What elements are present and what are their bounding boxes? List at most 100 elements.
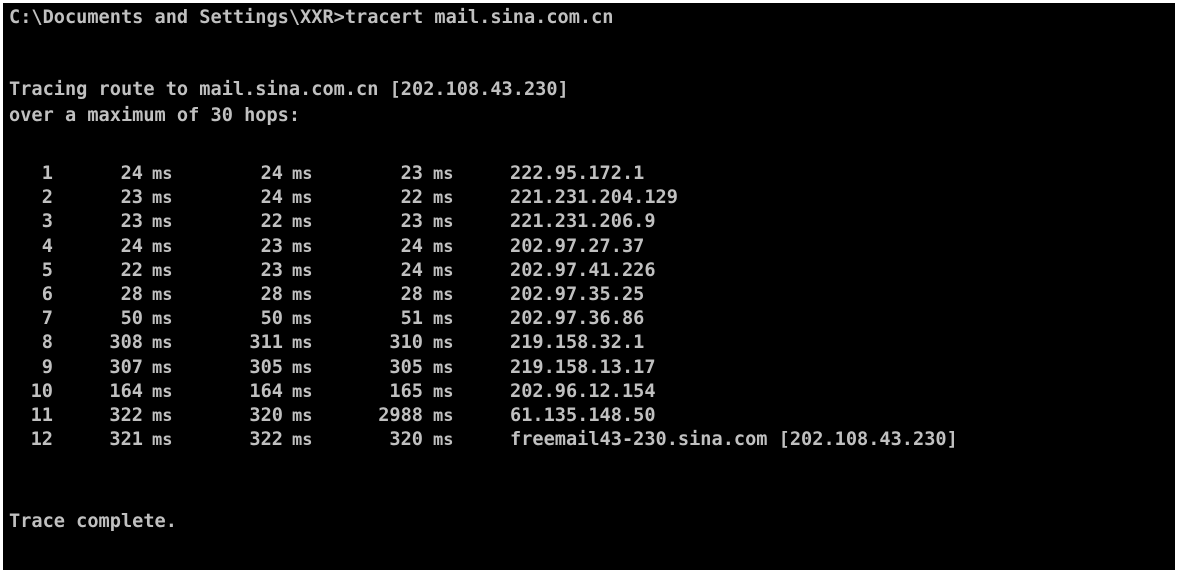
hop-row: 2 23 ms 24 ms 22 ms 221.231.204.129 (3, 185, 1175, 211)
hop-time-3: 2988 (378, 405, 423, 426)
hop-unit-1: ms (152, 406, 173, 426)
trace-complete-line: Trace complete. (9, 511, 177, 532)
hop-time-2: 320 (249, 405, 283, 426)
hop-unit-1: ms (152, 430, 173, 451)
hop-unit-3: ms (433, 164, 454, 184)
hop-number: 3 (41, 211, 53, 233)
hop-time-1: 28 (120, 284, 143, 305)
hop-unit-2: ms (292, 164, 313, 184)
hop-number: 7 (41, 308, 53, 330)
hop-time-1: 24 (120, 235, 143, 257)
hop-unit-3: ms (433, 333, 454, 354)
hop-time-3: 310 (389, 332, 423, 354)
hop-time-2: 50 (260, 308, 283, 330)
hop-time-3: 305 (389, 356, 423, 378)
hop-time-2: 164 (249, 380, 283, 402)
hop-unit-3: ms (433, 357, 454, 378)
hop-time-2: 28 (260, 284, 283, 305)
hop-time-1: 307 (109, 356, 143, 378)
hop-host: 219.158.13.17 (510, 356, 656, 378)
hop-host: 61.135.148.50 (510, 405, 656, 426)
hop-unit-1: ms (152, 164, 173, 184)
hop-host: 202.97.27.37 (510, 235, 645, 257)
hop-number: 6 (41, 284, 53, 305)
tracing-header: Tracing route to mail.sina.com.cn [202.1… (9, 79, 569, 100)
hop-number: 10 (30, 380, 53, 402)
hop-unit-3: ms (433, 381, 454, 402)
hop-unit-2: ms (292, 285, 313, 305)
hop-time-1: 321 (109, 429, 143, 451)
hop-host: 202.97.41.226 (510, 259, 656, 281)
hop-row: 3 23 ms 22 ms 23 ms 221.231.206.9 (3, 209, 1175, 235)
hop-time-3: 23 (400, 211, 423, 233)
hop-time-2: 23 (260, 235, 283, 257)
hop-unit-3: ms (433, 236, 454, 257)
hop-unit-2: ms (292, 260, 313, 281)
hop-unit-2: ms (292, 309, 313, 330)
hop-unit-2: ms (292, 357, 313, 378)
hop-time-1: 23 (120, 211, 143, 233)
hop-unit-3: ms (433, 212, 454, 233)
hop-number: 8 (41, 332, 53, 354)
hop-time-3: 22 (400, 187, 423, 209)
hop-time-2: 24 (260, 187, 283, 209)
hop-time-3: 165 (389, 380, 423, 402)
hop-row: 10 164 ms 164 ms 165 ms 202.96.12.154 (3, 379, 1175, 405)
hop-row: 12 321 ms 322 ms 320 ms freemail43-230.sina.com… (3, 427, 1175, 453)
hop-time-1: 164 (109, 380, 143, 402)
hop-host: 202.97.35.25 (510, 284, 645, 305)
hop-time-1: 50 (120, 308, 143, 330)
hop-time-1: 22 (120, 259, 143, 281)
hop-number: 5 (41, 259, 53, 281)
hop-unit-3: ms (433, 285, 454, 305)
hop-unit-2: ms (292, 381, 313, 402)
hop-time-1: 322 (109, 405, 143, 426)
hop-row: 5 22 ms 23 ms 24 ms 202.97.41.226 (3, 258, 1175, 284)
hop-time-2: 23 (260, 259, 283, 281)
hop-time-1: 24 (120, 163, 143, 184)
hop-time-2: 22 (260, 211, 283, 233)
hop-time-3: 51 (400, 308, 423, 330)
hop-unit-1: ms (152, 212, 173, 233)
hop-host: 202.97.36.86 (510, 308, 645, 330)
hop-row: 6 28 ms 28 ms 28 ms 202.97.35.25 (3, 282, 1175, 308)
hop-time-2: 311 (249, 332, 283, 354)
hop-unit-3: ms (433, 188, 454, 209)
hop-unit-2: ms (292, 188, 313, 209)
hop-unit-2: ms (292, 333, 313, 354)
hop-number: 2 (41, 187, 53, 209)
hop-unit-1: ms (152, 188, 173, 209)
hop-unit-1: ms (152, 309, 173, 330)
hop-unit-2: ms (292, 406, 313, 426)
hop-unit-1: ms (152, 285, 173, 305)
hop-row: 8 308 ms 311 ms 310 ms 219.158.32.1 (3, 330, 1175, 356)
hop-time-1: 308 (109, 332, 143, 354)
max-hops-line: over a maximum of 30 hops: (9, 105, 301, 126)
hop-time-3: 23 (400, 163, 423, 184)
hop-unit-2: ms (292, 430, 313, 451)
hop-row: 7 50 ms 50 ms 51 ms 202.97.36.86 (3, 306, 1175, 332)
hop-time-2: 305 (249, 356, 283, 378)
hop-number: 1 (41, 163, 53, 184)
hop-unit-3: ms (433, 260, 454, 281)
hop-row: 11 322 ms 320 ms 2988 ms 61.135.148.50 (3, 403, 1175, 429)
hop-row: 1 24 ms 24 ms 23 ms 222.95.172.1 (3, 161, 1175, 187)
hop-time-3: 24 (400, 235, 423, 257)
hop-unit-1: ms (152, 260, 173, 281)
hop-unit-1: ms (152, 357, 173, 378)
hop-unit-3: ms (433, 430, 454, 451)
hop-row: 4 24 ms 23 ms 24 ms 202.97.27.37 (3, 234, 1175, 260)
hop-number: 11 (30, 405, 53, 426)
hop-time-1: 23 (120, 187, 143, 209)
hop-number: 12 (30, 429, 53, 451)
console-window[interactable]: C:\Documents and Settings\XXR>tracert ma… (3, 3, 1175, 570)
hop-host: freemail43-230.sina.com [202.108.43.230] (510, 429, 958, 451)
hop-unit-3: ms (433, 309, 454, 330)
hop-time-3: 320 (389, 429, 423, 451)
hop-row: 9 307 ms 305 ms 305 ms 219.158.13.17 (3, 355, 1175, 381)
hop-host: 221.231.204.129 (510, 187, 678, 209)
hop-number: 9 (41, 356, 53, 378)
hop-time-3: 24 (400, 259, 423, 281)
hop-host: 222.95.172.1 (510, 163, 645, 184)
hop-number: 4 (41, 235, 53, 257)
